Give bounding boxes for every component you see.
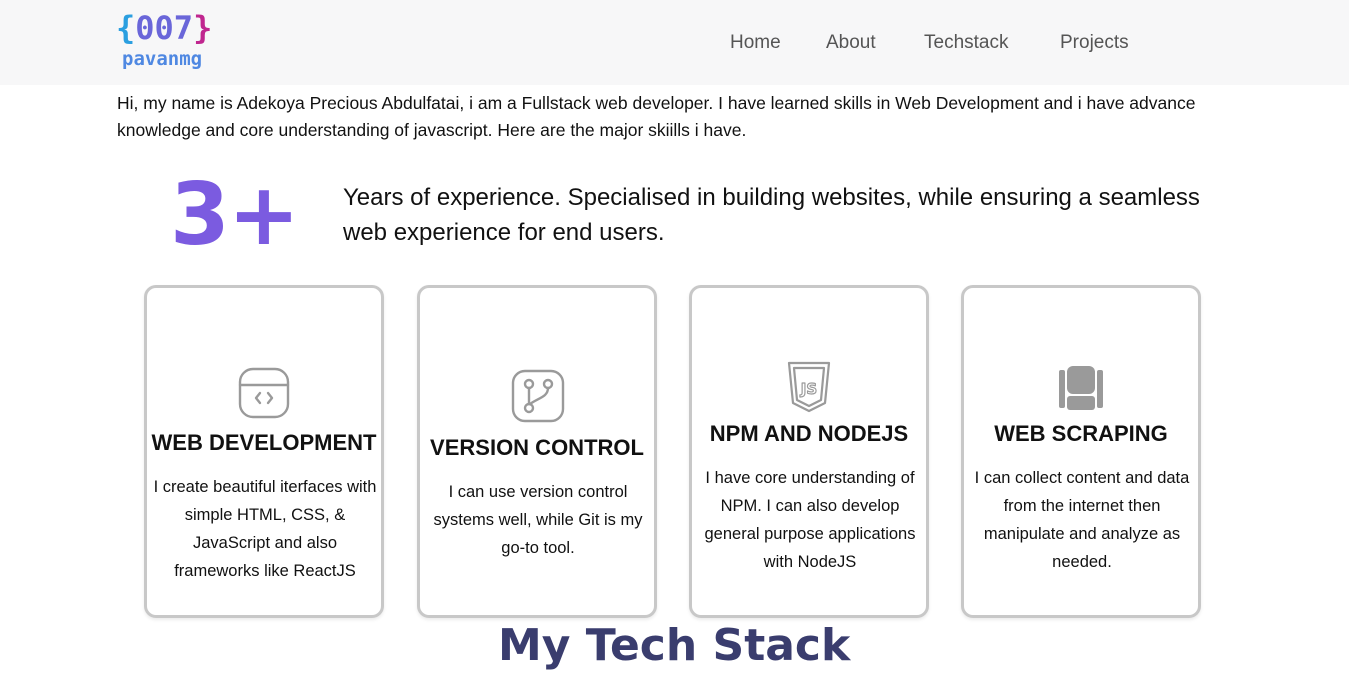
card-title: WEB SCRAPING xyxy=(994,421,1168,446)
js-shield-icon: JS xyxy=(782,360,836,414)
experience-text: Years of experience. Specialised in buil… xyxy=(343,184,1200,246)
nav-item-techstack[interactable]: Techstack xyxy=(924,30,1008,56)
logo-name: pavanmg xyxy=(122,48,203,70)
git-branch-icon xyxy=(510,368,565,423)
experience-number: 3+ xyxy=(170,165,300,265)
svg-text:JS: JS xyxy=(800,380,817,398)
nav-item-about[interactable]: About xyxy=(826,30,876,56)
card-title: NPM AND NODEJS xyxy=(709,421,909,446)
intro-text: Hi, my name is Adekoya Precious Abdulfat… xyxy=(117,93,1196,140)
logo-mark: {007} xyxy=(116,8,212,48)
logo-digits: 007 xyxy=(135,9,194,47)
card-description: I can collect content and data from the … xyxy=(974,469,1190,571)
logo[interactable]: {007} pavanmg xyxy=(116,8,226,74)
card-title: WEB DEVELOPMENT xyxy=(151,430,377,455)
skill-card-npm-nodejs: JS NPM AND NODEJS I have core understand… xyxy=(689,285,929,618)
techstack-section-title: My Tech Stack xyxy=(498,620,851,671)
skill-card-version-control: VERSION CONTROL I can use version contro… xyxy=(417,285,657,618)
logo-brace-close: } xyxy=(193,9,213,47)
skill-card-web-development: WEB DEVELOPMENT I create beautiful iterf… xyxy=(144,285,384,618)
scraper-icon xyxy=(1054,364,1108,418)
card-description: I have core understanding of NPM. I can … xyxy=(704,469,916,571)
logo-brace-open: { xyxy=(116,9,136,47)
site-header: {007} pavanmg Home About Techstack Proje… xyxy=(0,0,1349,85)
card-description: I can use version control systems well, … xyxy=(433,483,643,557)
nav-item-projects[interactable]: Projects xyxy=(1060,30,1129,56)
card-description: I create beautiful iterfaces with simple… xyxy=(153,478,377,580)
card-title: VERSION CONTROL xyxy=(430,435,644,460)
code-window-icon xyxy=(237,366,291,420)
skill-card-web-scraping: WEB SCRAPING I can collect content and d… xyxy=(961,285,1201,618)
nav-item-home[interactable]: Home xyxy=(730,30,781,56)
